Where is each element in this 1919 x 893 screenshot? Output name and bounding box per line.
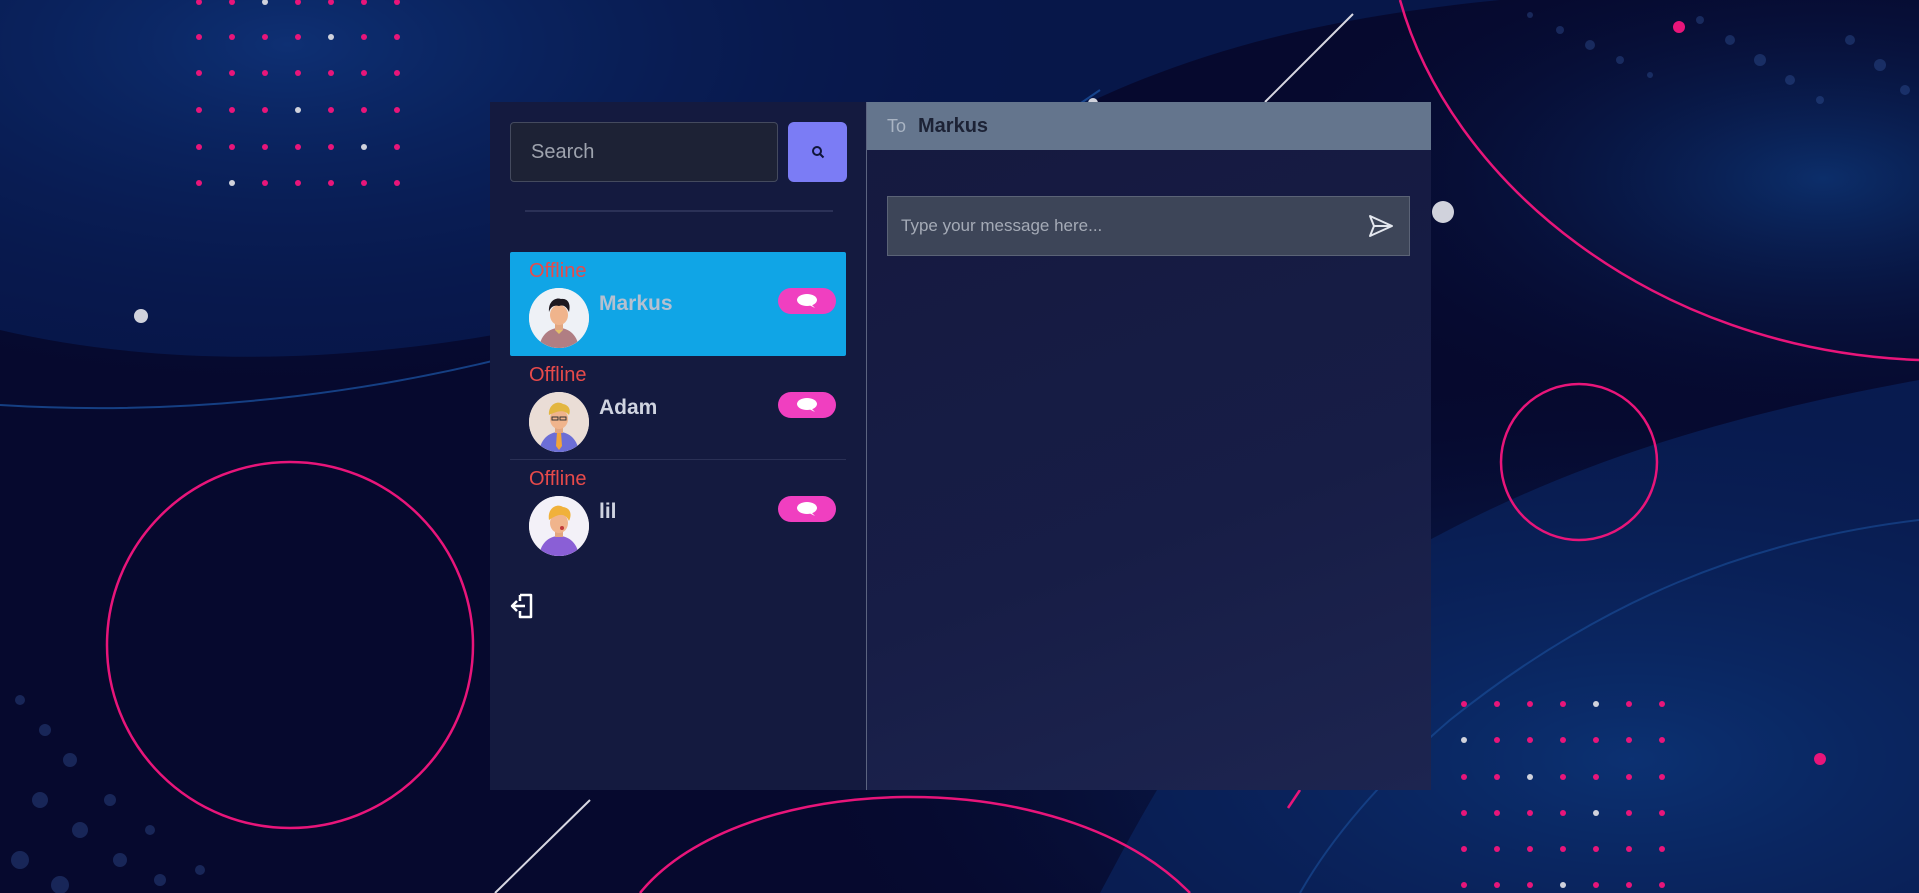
contact-item-lil[interactable]: Offline lil: [510, 460, 846, 564]
send-icon: [1369, 215, 1393, 237]
chat-app-panel: Offline Markus: [490, 102, 1431, 790]
contact-name: Markus: [599, 292, 673, 315]
contact-item-adam[interactable]: Offline Adam: [510, 356, 846, 460]
logout-icon: [510, 593, 533, 619]
recipient-name: Markus: [918, 114, 989, 137]
contact-status: Offline: [529, 260, 587, 282]
contact-name: Adam: [599, 396, 658, 419]
contact-status: Offline: [529, 468, 587, 490]
search-bar: [510, 122, 847, 182]
avatar: [529, 288, 589, 348]
chat-bubble-icon: [797, 502, 817, 516]
chat-bubble-icon: [797, 398, 817, 412]
search-input[interactable]: [510, 122, 778, 182]
contact-name: lil: [599, 500, 617, 523]
to-label: To: [887, 115, 907, 136]
open-chat-button[interactable]: [778, 392, 836, 418]
contact-status: Offline: [529, 364, 587, 386]
contacts-sidebar: Offline Markus: [490, 102, 867, 790]
logout-button[interactable]: [510, 592, 536, 620]
chat-bubble-icon: [797, 294, 817, 308]
avatar: [529, 392, 589, 452]
avatar-illustration: [529, 496, 589, 556]
search-icon: [811, 146, 824, 159]
contact-item-markus[interactable]: Offline Markus: [510, 252, 846, 356]
message-composer: [887, 196, 1410, 256]
search-button[interactable]: [788, 122, 847, 182]
chat-header: To Markus: [867, 102, 1431, 150]
avatar: [529, 496, 589, 556]
open-chat-button[interactable]: [778, 496, 836, 522]
open-chat-button[interactable]: [778, 288, 836, 314]
chat-area: To Markus: [867, 102, 1431, 790]
send-button[interactable]: [1353, 197, 1409, 255]
message-input[interactable]: [888, 197, 1353, 255]
avatar-illustration: [529, 288, 589, 348]
sidebar-divider: [525, 210, 833, 212]
contact-list: Offline Markus Offline Adam Offline lil: [510, 252, 846, 564]
avatar-illustration: [529, 392, 589, 452]
